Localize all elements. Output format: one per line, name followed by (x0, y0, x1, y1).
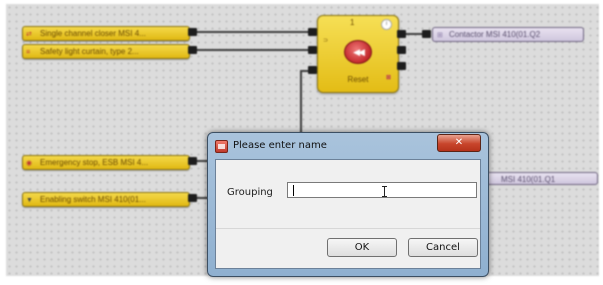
app-icon (215, 140, 228, 153)
connection-line (196, 49, 317, 51)
cancel-button[interactable]: Cancel (408, 238, 478, 257)
connection-line (300, 70, 302, 140)
reset-block-label: Reset (347, 75, 369, 84)
output-port[interactable] (188, 28, 197, 36)
close-button[interactable]: ✕ (437, 134, 481, 152)
output-port[interactable] (188, 157, 197, 165)
input-marker: ⊃ (323, 38, 329, 44)
output-port[interactable] (397, 30, 406, 38)
light-curtain-icon: ≡ (26, 49, 31, 56)
emergency-stop-icon: ◉ (26, 160, 33, 167)
input-port[interactable] (308, 66, 317, 74)
output-block-label: Contactor MSI 410(01.Q2 (449, 30, 541, 39)
dialog-title: Please enter name (233, 140, 327, 151)
enabling-switch-icon: ▼ (26, 197, 33, 204)
ibeam-cursor-icon (382, 186, 390, 197)
grouping-input[interactable] (287, 182, 477, 198)
input-block-label: Emergency stop, ESB MSI 4... (40, 158, 149, 167)
output-port[interactable] (397, 62, 406, 70)
input-block-label: Safety light curtain, type 2... (40, 47, 139, 56)
dialog-content: Grouping OK Cancel (215, 159, 481, 269)
contactor-icon: ⊞ (437, 32, 443, 39)
input-block-label: Enabling switch MSI 410(01... (40, 195, 146, 204)
block-number: 1 (350, 18, 355, 27)
output-port[interactable] (188, 194, 197, 202)
info-icon[interactable]: i (381, 19, 392, 30)
reset-button-icon: ◀◀ (344, 40, 372, 64)
grouping-label: Grouping (227, 187, 273, 198)
closer-icon: ⇄ (26, 31, 32, 38)
input-port[interactable] (422, 30, 431, 38)
input-port[interactable] (308, 46, 317, 54)
input-block-emergency-stop[interactable]: ◉ Emergency stop, ESB MSI 4... (22, 155, 190, 170)
input-block-label: Single channel closer MSI 4... (40, 29, 146, 38)
input-block-single-channel-closer[interactable]: ⇄ Single channel closer MSI 4... (22, 26, 190, 41)
reset-function-block[interactable]: 1 i ⊃ ◀◀ ⊠ Reset (317, 15, 399, 93)
dialog-titlebar[interactable]: Please enter name ✕ (208, 133, 488, 159)
connection-line (196, 31, 317, 33)
input-block-enabling-switch[interactable]: ▼ Enabling switch MSI 410(01... (22, 192, 190, 207)
output-port[interactable] (397, 46, 406, 54)
output-port[interactable] (188, 46, 197, 54)
output-block-contactor-q1[interactable]: MSI 410(01.Q1 (484, 172, 598, 185)
name-dialog: Please enter name ✕ Grouping OK Cancel (207, 132, 489, 277)
input-port[interactable] (308, 28, 317, 36)
output-block-label: MSI 410(01.Q1 (501, 175, 556, 184)
output-block-contactor-q2[interactable]: ⊞ Contactor MSI 410(01.Q2 (432, 27, 584, 42)
text-caret (293, 185, 294, 196)
input-block-safety-light-curtain[interactable]: ≡ Safety light curtain, type 2... (22, 44, 190, 59)
ok-button[interactable]: OK (327, 238, 397, 257)
